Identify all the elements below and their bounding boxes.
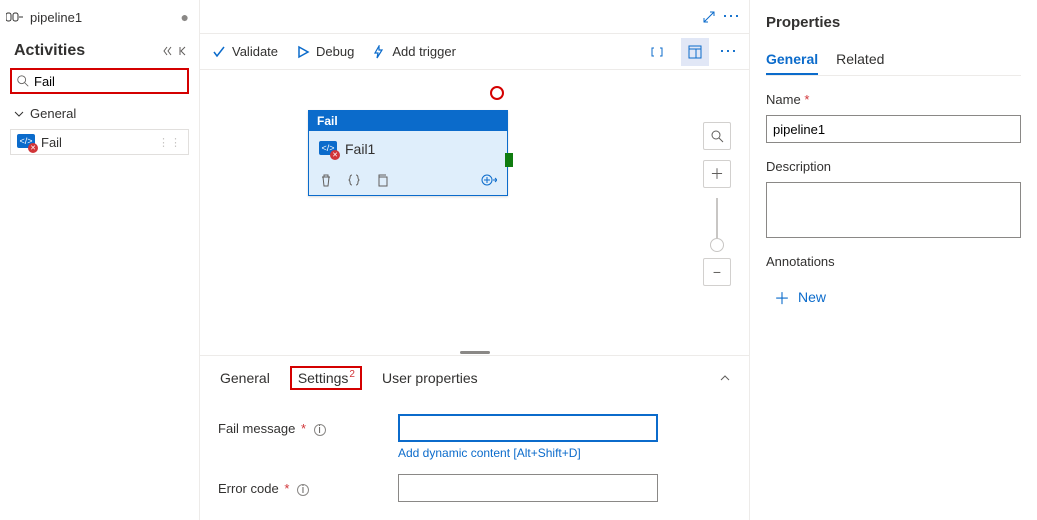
tab-general[interactable]: General xyxy=(218,366,272,390)
add-output-icon[interactable] xyxy=(481,173,497,187)
add-trigger-label: Add trigger xyxy=(392,44,456,59)
more-menu-icon[interactable]: ⋯ xyxy=(722,6,741,27)
pipeline-icon xyxy=(6,11,24,23)
settings-error-badge: 2 xyxy=(349,369,355,380)
collapse-double-icon[interactable] xyxy=(163,45,175,57)
add-dynamic-content-link[interactable]: Add dynamic content [Alt+Shift+D] xyxy=(398,446,731,460)
zoom-fit-button[interactable] xyxy=(703,122,731,150)
zoom-controls: ＋ − xyxy=(703,122,731,286)
properties-panel: Properties General Related Name * Descri… xyxy=(749,0,1037,520)
fail-activity-icon: </> ✕ xyxy=(319,141,337,157)
fail-activity-icon: </> ✕ xyxy=(17,134,35,150)
properties-heading: Properties xyxy=(766,14,1021,31)
tab-settings-label: Settings xyxy=(298,370,349,386)
zoom-slider[interactable] xyxy=(716,198,718,248)
node-name-label: Fail1 xyxy=(345,141,375,157)
toolbar-more-icon[interactable]: ⋯ xyxy=(719,41,737,62)
tab-settings[interactable]: Settings2 xyxy=(290,366,362,390)
pipeline-toolbar: Validate Debug Add trigger ⋯ xyxy=(200,34,749,70)
zoom-slider-handle[interactable] xyxy=(710,238,724,252)
debug-label: Debug xyxy=(316,44,354,59)
braces-icon[interactable] xyxy=(347,173,361,187)
activity-group-general[interactable]: General xyxy=(0,98,199,125)
chevron-down-icon xyxy=(14,109,24,119)
success-output-port[interactable] xyxy=(505,153,513,167)
add-annotation-button[interactable]: ＋ New xyxy=(766,281,834,313)
tab-user-properties[interactable]: User properties xyxy=(380,366,480,390)
plus-icon: ＋ xyxy=(774,285,790,309)
validate-button[interactable]: Validate xyxy=(212,44,278,59)
annotations-label: Annotations xyxy=(766,254,1021,269)
activity-group-label: General xyxy=(30,106,76,121)
pipeline-canvas[interactable]: Fail </> ✕ Fail1 xyxy=(200,70,749,349)
pipeline-description-input[interactable] xyxy=(766,182,1021,238)
delete-icon[interactable] xyxy=(319,173,333,187)
pipeline-tab-title: pipeline1 xyxy=(30,10,175,25)
validate-label: Validate xyxy=(232,44,278,59)
activities-heading: Activities xyxy=(14,42,85,60)
properties-tab-general[interactable]: General xyxy=(766,45,818,75)
drag-handle-icon[interactable]: ⋮⋮ xyxy=(158,136,182,149)
pipeline-tab[interactable]: pipeline1 ● xyxy=(0,0,199,34)
search-icon xyxy=(16,74,30,88)
error-code-input[interactable] xyxy=(398,474,658,502)
unsaved-dot-icon: ● xyxy=(181,9,189,25)
activity-settings-panel: General Settings2 User properties Fail m… xyxy=(200,355,749,520)
zoom-in-button[interactable]: ＋ xyxy=(703,160,731,188)
node-type-label: Fail xyxy=(309,111,507,131)
info-icon[interactable]: i xyxy=(314,424,326,436)
error-code-label: Error code xyxy=(218,481,279,496)
activity-search-input[interactable] xyxy=(30,74,210,89)
add-annotation-label: New xyxy=(798,289,826,305)
collapse-bottom-panel-icon[interactable] xyxy=(719,372,731,384)
description-field-label: Description xyxy=(766,159,1021,174)
zoom-out-button[interactable]: − xyxy=(703,258,731,286)
canvas-node-fail[interactable]: Fail </> ✕ Fail1 xyxy=(308,110,508,196)
window-top-bar: ⋯ xyxy=(200,0,749,34)
fail-message-input[interactable] xyxy=(398,414,658,442)
activity-search[interactable] xyxy=(10,68,189,94)
copy-icon[interactable] xyxy=(375,173,389,187)
code-view-button[interactable] xyxy=(643,38,671,66)
collapse-panel-icon[interactable] xyxy=(177,45,189,57)
selection-marker xyxy=(490,86,504,100)
add-trigger-button[interactable]: Add trigger xyxy=(372,44,456,59)
name-field-label: Name xyxy=(766,92,801,107)
fail-message-label: Fail message xyxy=(218,421,295,436)
properties-toggle-button[interactable] xyxy=(681,38,709,66)
properties-tab-related[interactable]: Related xyxy=(836,45,884,75)
activities-panel: pipeline1 ● Activities xyxy=(0,0,200,520)
debug-button[interactable]: Debug xyxy=(296,44,354,59)
activity-item-label: Fail xyxy=(41,135,62,150)
info-icon[interactable]: i xyxy=(297,484,309,496)
activity-item-fail[interactable]: </> ✕ Fail ⋮⋮ xyxy=(10,129,189,155)
pipeline-name-input[interactable] xyxy=(766,115,1021,143)
maximize-icon[interactable] xyxy=(702,10,716,24)
